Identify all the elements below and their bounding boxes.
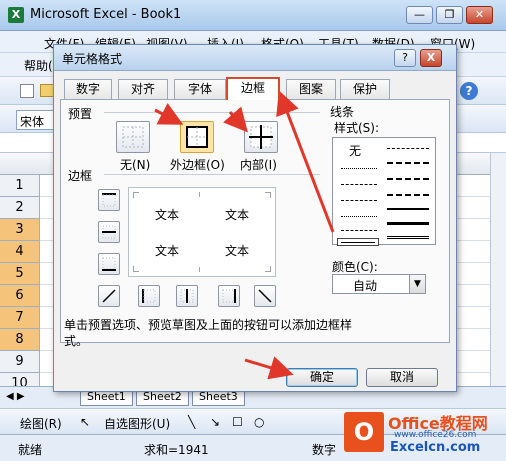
arrow-to-inside bbox=[223, 106, 248, 133]
arrow-to-border-tab bbox=[276, 90, 335, 233]
annotation-arrows bbox=[154, 90, 335, 380]
arrow-to-ok bbox=[244, 356, 294, 380]
arrow-to-outline bbox=[154, 103, 184, 125]
tab-border[interactable]: 边框 bbox=[226, 77, 280, 100]
